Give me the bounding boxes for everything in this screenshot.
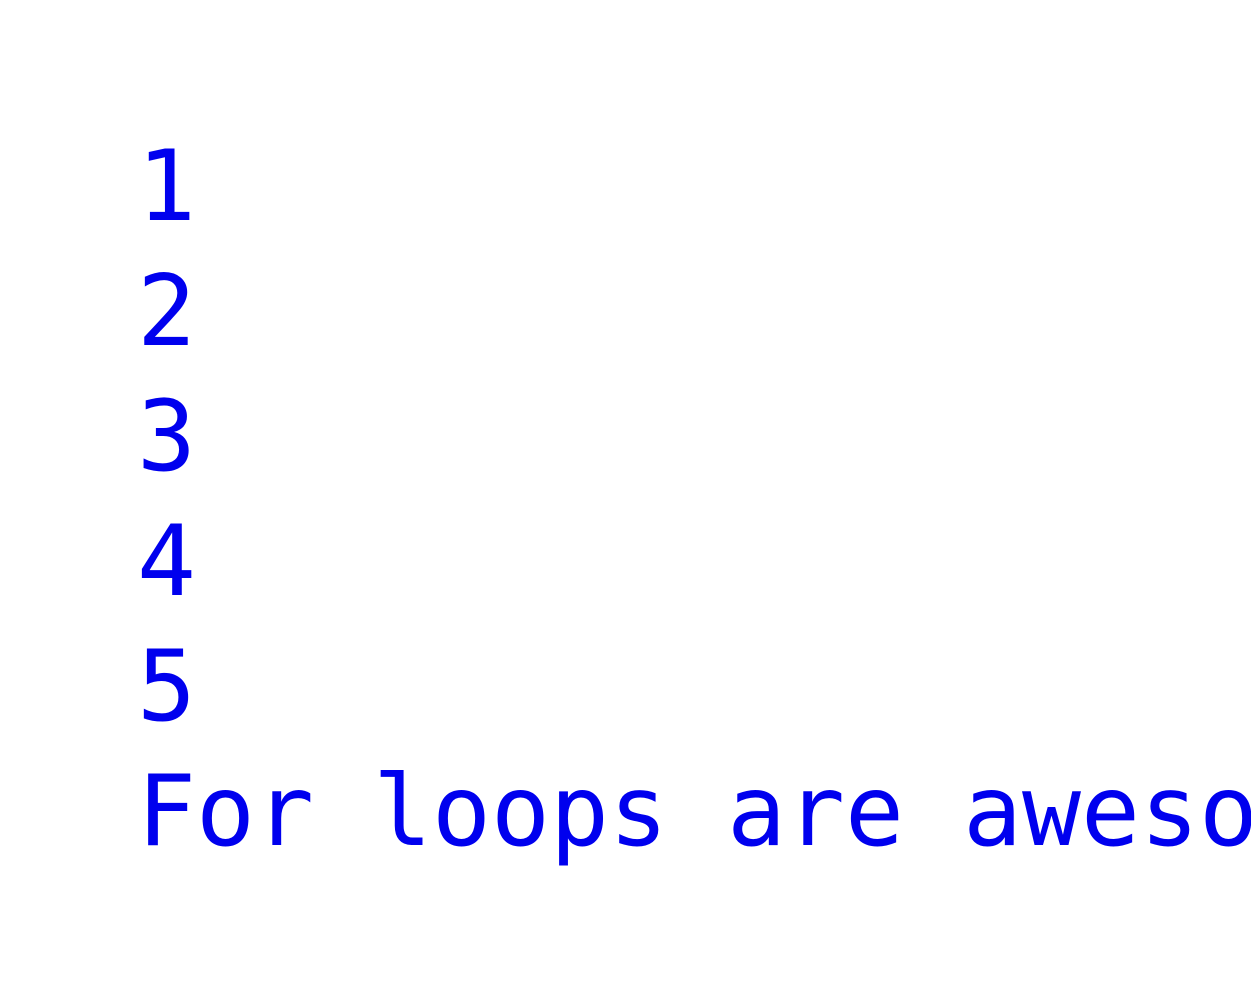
output-line-5: 5: [137, 630, 197, 744]
output-line-3: 3: [137, 380, 197, 494]
output-line-2: 2: [137, 255, 197, 369]
output-line-1: 1: [137, 142, 197, 244]
console-output: 1 2 3 4 5 For loops are awesome!: [137, 142, 1251, 875]
output-line-4: 4: [137, 505, 197, 619]
output-line-message: For loops are awesome!: [137, 755, 1251, 869]
